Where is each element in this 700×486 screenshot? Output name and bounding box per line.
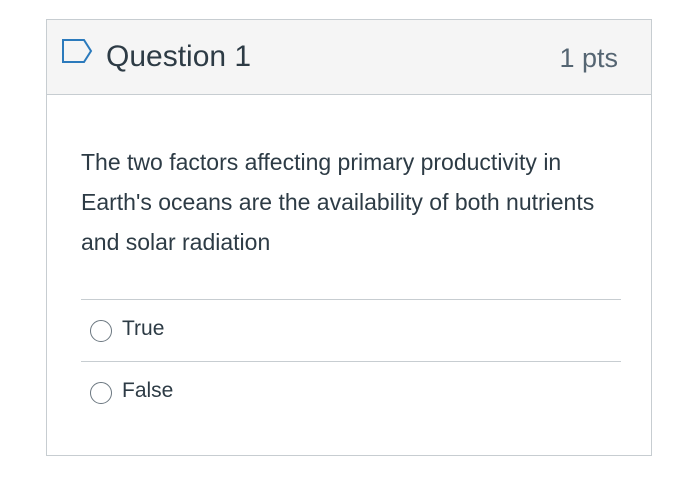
flag-question-icon[interactable] [61,38,93,64]
answer-radio-true[interactable] [90,320,112,342]
answer-option-false[interactable]: False [81,361,621,423]
question-header: Question 1 1 pts [47,20,651,95]
answer-option-true[interactable]: True [81,299,621,361]
answer-radio-false[interactable] [90,382,112,404]
question-points: 1 pts [559,43,618,73]
answer-list: True False [81,299,621,423]
answer-label[interactable]: False [122,378,173,404]
answer-label[interactable]: True [122,316,164,342]
question-card: Question 1 1 pts The two factors affecti… [46,19,652,456]
question-text: The two factors affecting primary produc… [81,149,595,255]
question-title: Question 1 [106,40,252,73]
